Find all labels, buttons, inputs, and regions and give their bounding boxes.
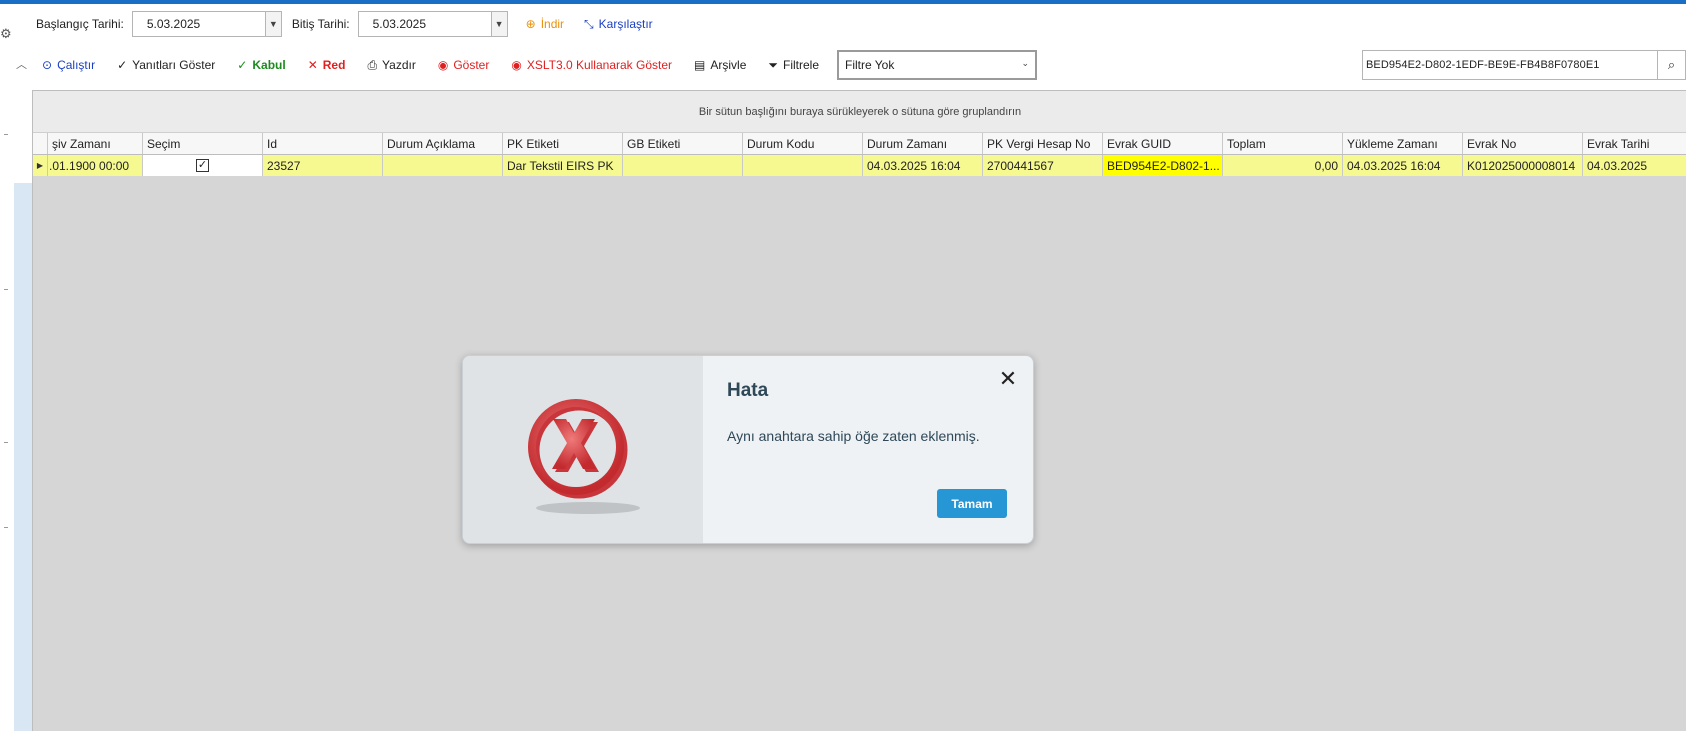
column-header[interactable]: Durum Açıklama <box>383 133 503 154</box>
filter-label: Filtrele <box>782 58 819 72</box>
header-indicator <box>33 133 48 154</box>
end-date-label: Bitiş Tarihi: <box>291 17 350 31</box>
reject-button[interactable]: ✕ Red <box>308 58 346 72</box>
close-icon: ✕ <box>307 58 318 72</box>
start-date-label: Başlangıç Tarihi: <box>36 17 124 31</box>
action-toolbar: ⊙ Çalıştır ✓ Yanıtları Göster ✓ Kabul ✕ … <box>20 50 1037 80</box>
grid-header-row: şiv Zamanı Seçim Id Durum Açıklama PK Et… <box>33 133 1686 155</box>
column-header[interactable]: Evrak Tarihi <box>1583 133 1686 154</box>
filter-button[interactable]: ⏷ Filtrele <box>768 58 819 73</box>
row-indicator-icon: ▶ <box>33 155 48 176</box>
ok-button[interactable]: Tamam <box>937 489 1007 518</box>
cell-status-desc[interactable] <box>383 155 503 176</box>
archive-label: Arşivle <box>710 58 747 72</box>
cell-upload-time[interactable]: 04.03.2025 16:04 <box>1343 155 1463 176</box>
run-label: Çalıştır <box>57 58 96 72</box>
column-header[interactable]: Id <box>263 133 383 154</box>
chevron-down-icon[interactable]: ▼ <box>490 12 507 36</box>
show-responses-label: Yanıtları Göster <box>132 58 216 72</box>
dialog-title: Hata <box>727 380 769 401</box>
filter-select[interactable]: Filtre Yok ⌄ <box>837 50 1037 80</box>
cell-doc-guid[interactable]: BED954E2-D802-1... <box>1103 155 1223 176</box>
download-label: İndir <box>540 17 565 31</box>
show-responses-button[interactable]: ✓ Yanıtları Göster <box>117 58 215 72</box>
cell-status-time[interactable]: 04.03.2025 16:04 <box>863 155 983 176</box>
cell-gb-label[interactable] <box>623 155 743 176</box>
check-icon: ✓ <box>117 58 128 72</box>
cell-selection[interactable]: ✓ <box>143 155 263 176</box>
cell-total[interactable]: 0,00 <box>1223 155 1343 176</box>
cell-doc-no[interactable]: K012025000008014 <box>1463 155 1583 176</box>
selection-checkbox[interactable]: ✓ <box>196 159 209 172</box>
column-header[interactable]: Durum Zamanı <box>863 133 983 154</box>
search-icon: ⌕ <box>1667 57 1676 72</box>
play-icon: ⊙ <box>42 58 53 72</box>
group-by-hint: Bir sütun başlığını buraya sürükleyerek … <box>698 105 1022 118</box>
search-button[interactable]: ⌕ <box>1658 50 1686 80</box>
error-icon <box>528 399 640 514</box>
download-icon: ⊕ <box>525 17 536 31</box>
compare-button[interactable]: ⤡ Karşılaştır <box>584 17 653 32</box>
accept-button[interactable]: ✓ Kabul <box>237 58 285 72</box>
close-icon[interactable]: ✕ <box>997 366 1019 391</box>
xslt-show-label: XSLT3.0 Kullanarak Göster <box>526 58 673 72</box>
print-button[interactable]: ⎙ Yazdır <box>367 58 415 73</box>
table-row[interactable]: ▶ .01.1900 00:00 ✓ 23527 Dar Tekstil EIR… <box>33 155 1686 176</box>
column-header[interactable]: Toplam <box>1223 133 1343 154</box>
start-date-value: 5.03.2025 <box>146 17 201 31</box>
column-header[interactable]: şiv Zamanı <box>48 133 143 154</box>
run-button[interactable]: ⊙ Çalıştır <box>42 58 95 72</box>
column-header[interactable]: Yükleme Zamanı <box>1343 133 1463 154</box>
cell-status-code[interactable] <box>743 155 863 176</box>
column-header[interactable]: Evrak No <box>1463 133 1583 154</box>
column-header[interactable]: PK Vergi Hesap No <box>983 133 1103 154</box>
print-label: Yazdır <box>382 58 416 72</box>
archive-icon: ▤ <box>694 58 706 72</box>
chevron-down-icon[interactable]: ⌄ <box>1021 58 1029 69</box>
accept-label: Kabul <box>252 58 286 72</box>
check-icon: ✓ <box>237 58 248 72</box>
compare-icon: ⤡ <box>584 16 594 31</box>
cell-pk-tax-no[interactable]: 2700441567 <box>983 155 1103 176</box>
archive-button[interactable]: ▤ Arşivle <box>694 58 746 72</box>
column-header[interactable]: PK Etiketi <box>503 133 623 154</box>
end-date-picker[interactable]: 5.03.2025 ▼ <box>357 11 508 37</box>
chevron-down-icon[interactable]: ▼ <box>264 12 281 36</box>
compare-label: Karşılaştır <box>598 17 653 31</box>
cell-archive-time[interactable]: .01.1900 00:00 <box>48 155 143 176</box>
printer-icon: ⎙ <box>367 57 378 72</box>
download-button[interactable]: ⊕ İndir <box>526 17 564 31</box>
funnel-icon: ⏷ <box>768 57 778 72</box>
column-header[interactable]: Evrak GUID <box>1103 133 1223 154</box>
window-top-accent <box>0 0 1686 4</box>
group-by-panel[interactable]: Bir sütun başlığını buraya sürükleyerek … <box>33 91 1686 133</box>
show-label: Göster <box>453 58 490 72</box>
end-date-value: 5.03.2025 <box>372 17 427 31</box>
cell-doc-date[interactable]: 04.03.2025 <box>1583 155 1686 176</box>
left-panel-edge <box>14 183 32 731</box>
dialog-message: Aynı anahtara sahip öğe zaten eklenmiş. <box>727 428 980 444</box>
show-button[interactable]: ◉ Göster <box>438 58 490 72</box>
eye-icon: ◉ <box>511 58 522 72</box>
cell-pk-label[interactable]: Dar Tekstil EIRS PK <box>503 155 623 176</box>
filter-select-value: Filtre Yok <box>845 58 895 72</box>
reject-label: Red <box>322 58 346 72</box>
column-header[interactable]: Seçim <box>143 133 263 154</box>
date-filter-row: Başlangıç Tarihi: 5.03.2025 ▼ Bitiş Tari… <box>36 10 665 38</box>
xslt-show-button[interactable]: ◉ XSLT3.0 Kullanarak Göster <box>511 58 672 72</box>
dialog-icon-panel <box>463 356 703 543</box>
column-header[interactable]: GB Etiketi <box>623 133 743 154</box>
cell-id[interactable]: 23527 <box>263 155 383 176</box>
start-date-picker[interactable]: 5.03.2025 ▼ <box>131 11 282 37</box>
search-input-value: BED954E2-D802-1EDF-BE9E-FB4B8F0780E1 <box>1366 59 1600 71</box>
eye-icon: ◉ <box>437 58 449 72</box>
error-dialog: Hata Aynı anahtara sahip öğe zaten eklen… <box>462 355 1034 544</box>
column-header[interactable]: Durum Kodu <box>743 133 863 154</box>
left-nav-strip: ⚙ <box>0 4 14 731</box>
search-input[interactable]: BED954E2-D802-1EDF-BE9E-FB4B8F0780E1 <box>1362 50 1658 80</box>
settings-icon[interactable]: ⚙ <box>0 26 12 42</box>
